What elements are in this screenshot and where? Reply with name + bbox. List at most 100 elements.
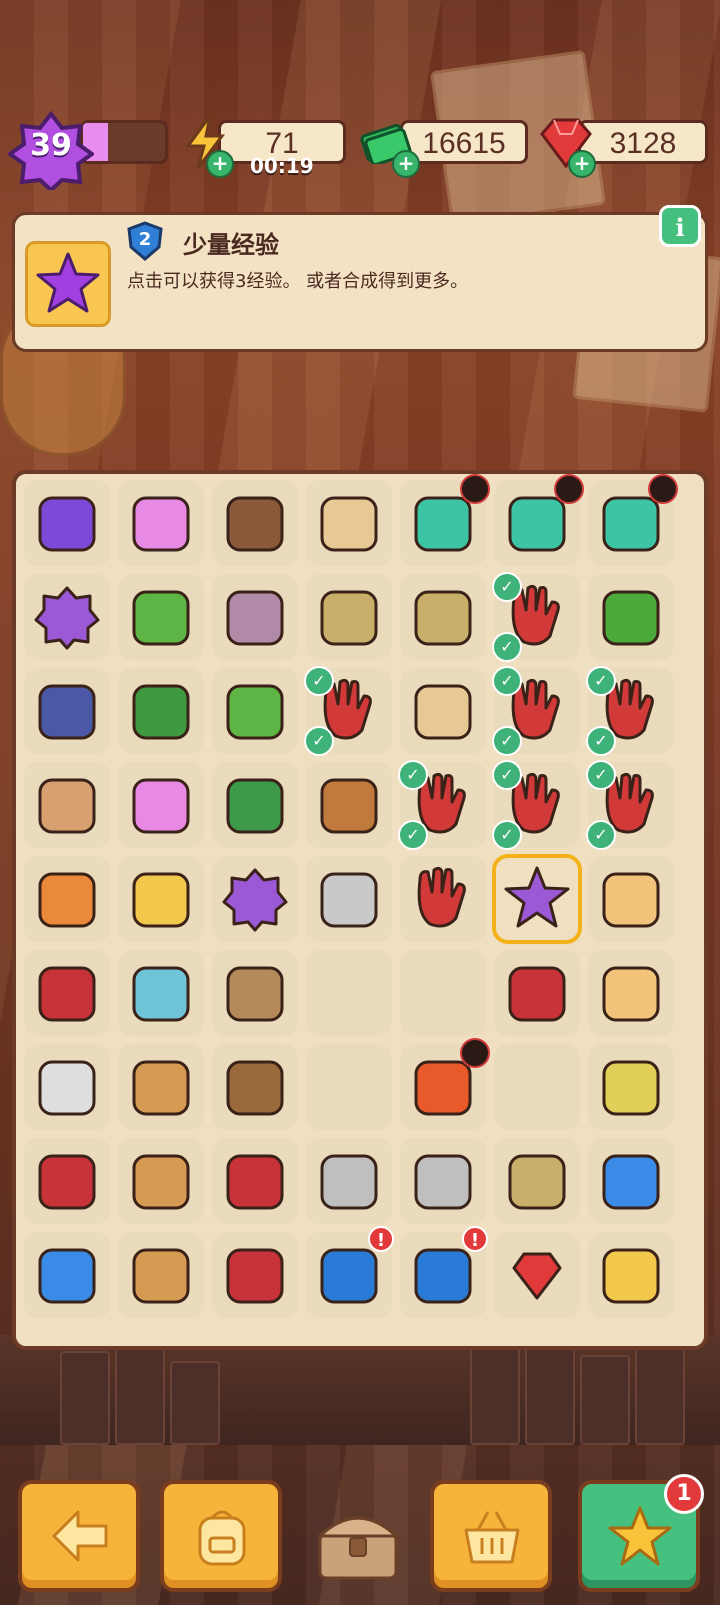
board-cell[interactable] (212, 668, 298, 754)
board-cell[interactable] (400, 474, 490, 566)
info-button[interactable]: i (659, 205, 701, 247)
board-cell[interactable] (588, 1232, 674, 1318)
add-cash-button[interactable]: + (392, 150, 420, 178)
board-cell[interactable] (212, 1138, 298, 1224)
flower-pot-icon (132, 778, 190, 834)
bonsai-icon (226, 778, 284, 834)
board-cell[interactable] (24, 668, 110, 754)
board-cell[interactable] (118, 480, 204, 566)
back-button[interactable] (18, 1480, 140, 1592)
red-bag-icon (38, 966, 96, 1022)
board-cell[interactable] (494, 1044, 580, 1130)
back-arrow-icon (52, 1510, 108, 1562)
item-level-number: 2 (138, 229, 152, 250)
backpack-button[interactable] (160, 1480, 282, 1592)
board-cell[interactable] (24, 856, 110, 942)
board-cell[interactable] (306, 950, 392, 1036)
board-cell[interactable] (24, 480, 110, 566)
board-cell[interactable] (400, 950, 486, 1036)
board-cell[interactable] (588, 574, 674, 660)
seed-pack-icon (320, 590, 378, 646)
backpack-icon (198, 1510, 246, 1566)
board-cell[interactable] (118, 762, 204, 848)
board-cell[interactable] (118, 1232, 204, 1318)
board-cell[interactable] (494, 950, 580, 1036)
add-energy-button[interactable]: + (206, 150, 234, 178)
board-cell[interactable] (494, 1232, 580, 1318)
board-cell[interactable] (212, 762, 298, 848)
board-cell[interactable] (118, 1138, 204, 1224)
board-cell[interactable] (118, 856, 204, 942)
board-cell[interactable] (400, 856, 486, 942)
board-cell[interactable] (24, 762, 110, 848)
board-cell[interactable] (306, 480, 392, 566)
board-cell[interactable] (118, 1044, 204, 1130)
board-cell[interactable] (588, 1044, 674, 1130)
gems-counter[interactable]: 3128 (578, 120, 708, 164)
board-cell[interactable] (400, 574, 486, 660)
level-number: 39 (30, 128, 72, 163)
board-cell[interactable] (212, 1044, 298, 1130)
board-cell[interactable] (212, 856, 298, 942)
board-cell[interactable]: ✓ ✓ (586, 760, 674, 850)
item-level-shield: 2 (127, 221, 163, 261)
board-cell[interactable] (494, 474, 584, 566)
board-cell[interactable] (24, 1138, 110, 1224)
board-cell[interactable] (492, 854, 582, 944)
sprout-pot-icon (132, 590, 190, 646)
board-cell[interactable] (118, 668, 204, 754)
board-cell[interactable] (588, 1138, 674, 1224)
board-cell[interactable]: ✓ ✓ (492, 572, 580, 662)
level-badge[interactable]: 39 (8, 110, 94, 190)
board-cell[interactable] (588, 856, 674, 942)
energy-drink-icon (602, 1154, 660, 1210)
board-cell[interactable]: ! (306, 1226, 394, 1318)
board-cell[interactable] (306, 1138, 392, 1224)
star-icon (608, 1506, 672, 1566)
board-cell[interactable] (306, 762, 392, 848)
purple-car-icon (34, 586, 100, 650)
board-cell[interactable] (400, 668, 486, 754)
board-cell[interactable] (306, 856, 392, 942)
board-cell[interactable] (212, 480, 298, 566)
cash-counter[interactable]: 16615 (400, 120, 528, 164)
check-icon: ✓ (586, 760, 616, 790)
board-cell[interactable]: ! (400, 1226, 488, 1318)
atv-icon (38, 496, 96, 552)
board-cell[interactable] (494, 1138, 580, 1224)
board-cell[interactable] (24, 950, 110, 1036)
plant-pot-icon (132, 684, 190, 740)
board-cell[interactable] (400, 1038, 490, 1130)
board-cell[interactable] (118, 574, 204, 660)
basket-button[interactable] (430, 1480, 552, 1592)
seed-pack-stack-icon (414, 590, 472, 646)
board-cell[interactable] (212, 574, 298, 660)
board-cell[interactable] (24, 574, 110, 660)
empty-pot-icon (226, 966, 284, 1022)
board-cell[interactable] (24, 1232, 110, 1318)
check-icon: ✓ (586, 666, 616, 696)
rewards-button[interactable]: 1 (578, 1474, 704, 1592)
sprout-icon (226, 684, 284, 740)
board-cell[interactable]: ✓ ✓ (586, 666, 674, 756)
board-cell[interactable] (306, 574, 392, 660)
board-cell[interactable]: ✓ ✓ (492, 666, 580, 756)
check-icon: ✓ (304, 726, 334, 756)
board-cell[interactable] (118, 950, 204, 1036)
box-icon (320, 496, 378, 552)
board-cell[interactable]: ✓ ✓ (492, 760, 580, 850)
board-cell[interactable]: ✓ ✓ (304, 666, 392, 756)
timer-lock-icon (648, 474, 678, 504)
board-cell[interactable] (24, 1044, 110, 1130)
add-gems-button[interactable]: + (568, 150, 596, 178)
board-cell[interactable] (306, 1044, 392, 1130)
board-cell[interactable] (400, 1138, 486, 1224)
board-cell[interactable] (588, 950, 674, 1036)
board-cell[interactable] (588, 474, 678, 566)
board-cell[interactable] (212, 1232, 298, 1318)
board-cell[interactable] (212, 950, 298, 1036)
pottery-stack-icon (132, 1154, 190, 1210)
board-cell[interactable]: ✓ ✓ (398, 760, 486, 850)
check-icon: ✓ (492, 572, 522, 602)
treasure-chest-icon[interactable] (310, 1500, 406, 1584)
